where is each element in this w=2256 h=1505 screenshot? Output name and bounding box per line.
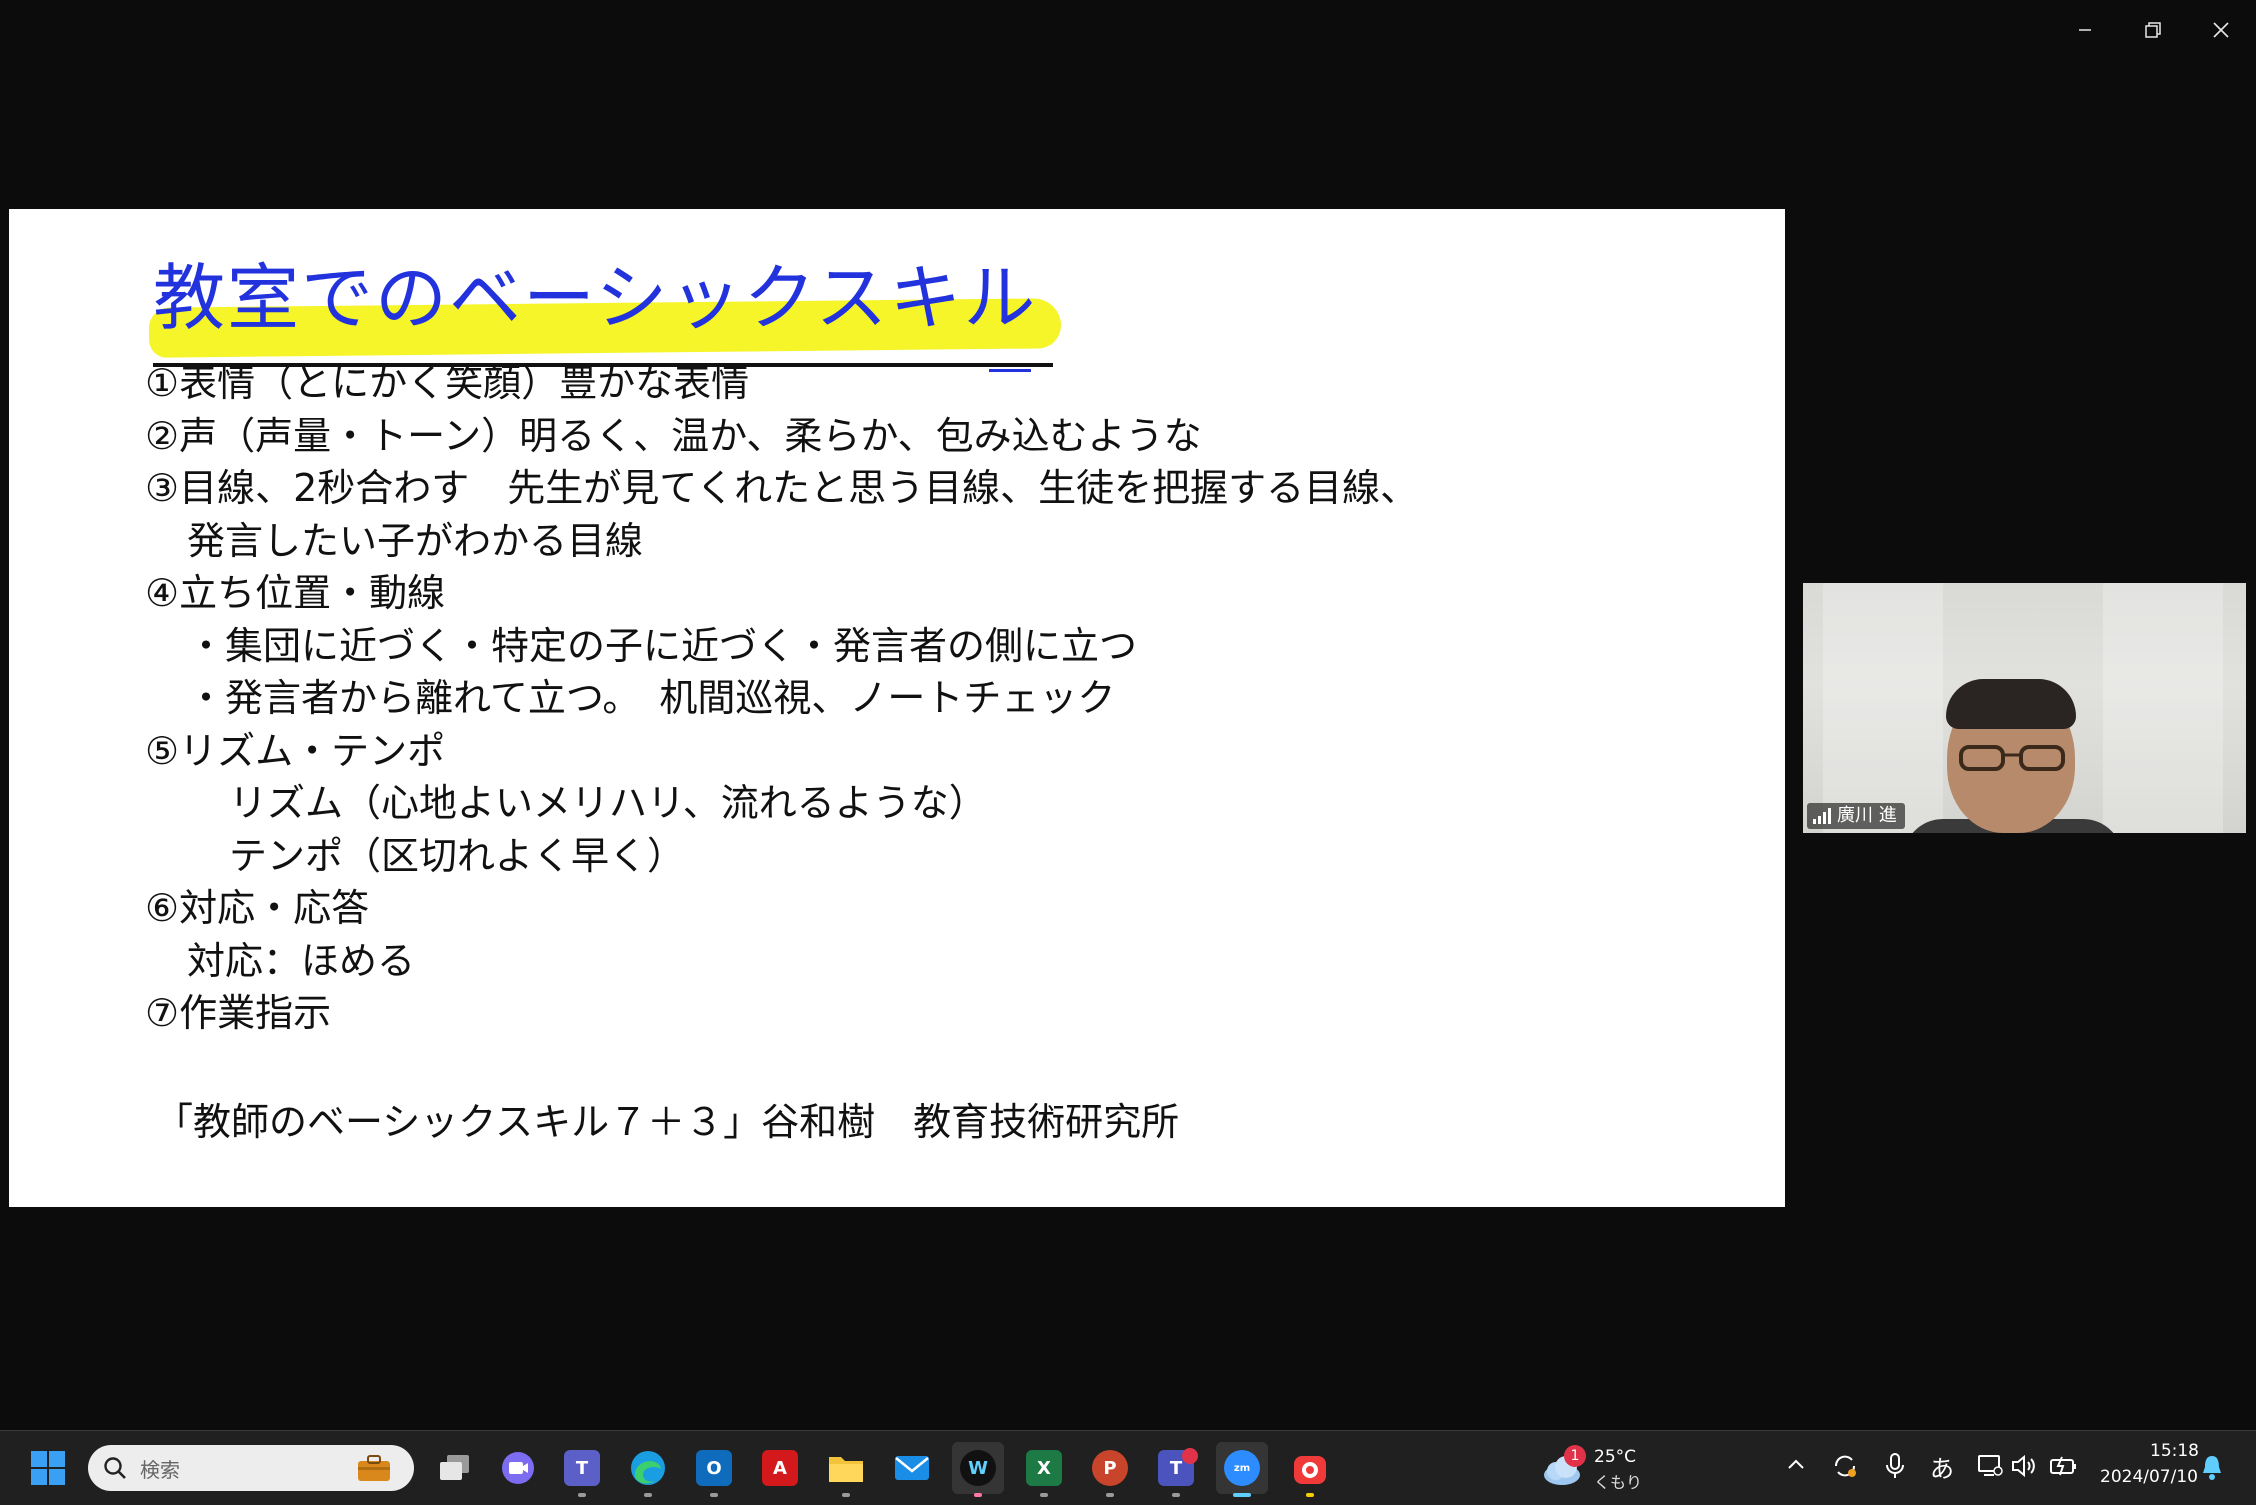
participant-name: 廣川 進 bbox=[1837, 805, 1897, 826]
acrobat-button[interactable]: A bbox=[754, 1442, 806, 1494]
slide-citation: 「教師のベーシックスキル７＋３」谷和樹 教育技術研究所 bbox=[155, 1100, 1180, 1144]
slide-body: ①表情（とにかく笑顔）豊かな表情 ②声（声量・トーン）明るく、温か、柔らか、包み… bbox=[145, 357, 1745, 1040]
notification-badge bbox=[1182, 1448, 1198, 1464]
running-indicator bbox=[974, 1493, 982, 1497]
slide-line: ・集団に近づく・特定の子に近づく・発言者の側に立つ bbox=[187, 623, 1138, 668]
pdf-reader-icon: A bbox=[762, 1450, 798, 1486]
slide-line: ②声（声量・トーン）明るく、温か、柔らか、包み込むような bbox=[145, 413, 1202, 458]
sync-tray-button[interactable] bbox=[1830, 1451, 1860, 1485]
background-panel bbox=[1823, 583, 1943, 833]
weather-alert-badge: 1 bbox=[1564, 1445, 1586, 1467]
slide-title-area: 教室でのベーシックスキル bbox=[139, 251, 1069, 372]
excel-button[interactable]: X bbox=[1018, 1442, 1070, 1497]
microphone-tray-button[interactable] bbox=[1882, 1451, 1908, 1485]
taskbar: 検索 T O A W X P T zm 1 25°C くもり あ 15:18 2… bbox=[0, 1430, 2256, 1505]
slide-line: ①表情（とにかく笑顔）豊かな表情 bbox=[145, 361, 750, 405]
shared-slide: 教室でのベーシックスキル ①表情（とにかく笑顔）豊かな表情 ②声（声量・トーン）… bbox=[9, 209, 1785, 1207]
excel-icon: X bbox=[1026, 1450, 1062, 1486]
running-indicator bbox=[710, 1493, 718, 1497]
slide-line: ⑤リズム・テンポ bbox=[145, 728, 446, 773]
weather-temperature: 25°C bbox=[1594, 1447, 1637, 1467]
webex-button[interactable]: W bbox=[952, 1442, 1004, 1497]
running-indicator bbox=[1106, 1493, 1114, 1497]
volume-tray-button[interactable] bbox=[2010, 1453, 2038, 1483]
task-view-button[interactable] bbox=[428, 1442, 480, 1494]
outlook-button[interactable]: O bbox=[688, 1442, 740, 1497]
mail-button[interactable] bbox=[886, 1442, 938, 1494]
weather-widget[interactable]: 1 25°C くもり bbox=[1540, 1445, 1680, 1492]
weather-description: くもり bbox=[1594, 1473, 1643, 1492]
show-hidden-icons-button[interactable] bbox=[1784, 1453, 1808, 1481]
running-indicator bbox=[842, 1493, 850, 1497]
teams-new-button[interactable]: T bbox=[1150, 1442, 1202, 1497]
file-explorer-button[interactable] bbox=[820, 1442, 872, 1497]
slide-line: リズム（心地よいメリハリ、流れるような） bbox=[229, 781, 987, 825]
slide-line: ④立ち位置・動線 bbox=[145, 571, 446, 615]
teams-button[interactable]: T bbox=[556, 1442, 608, 1497]
webex-icon: W bbox=[960, 1450, 996, 1486]
zoom-button[interactable]: zm bbox=[1216, 1442, 1268, 1497]
running-indicator bbox=[1306, 1493, 1314, 1497]
restore-icon bbox=[2145, 22, 2161, 38]
folder-icon bbox=[829, 1457, 863, 1482]
search-placeholder: 検索 bbox=[140, 1457, 180, 1482]
running-indicator bbox=[644, 1493, 652, 1497]
running-indicator bbox=[578, 1493, 586, 1497]
zoom-icon: zm bbox=[1224, 1450, 1260, 1486]
battery-tray-button[interactable] bbox=[2048, 1453, 2078, 1483]
minimize-button[interactable] bbox=[2050, 0, 2120, 60]
minimize-icon bbox=[2079, 29, 2091, 31]
network-icon bbox=[1978, 1455, 2003, 1476]
chat-app-button[interactable] bbox=[492, 1442, 544, 1494]
powerpoint-icon: P bbox=[1092, 1450, 1128, 1486]
clock-time[interactable]: 15:18 bbox=[2150, 1441, 2199, 1461]
close-icon bbox=[2213, 22, 2229, 38]
search-icon bbox=[104, 1457, 126, 1479]
speaker-icon bbox=[2012, 1454, 2035, 1478]
running-indicator bbox=[1040, 1493, 1048, 1497]
running-indicator bbox=[1172, 1493, 1180, 1497]
signal-icon bbox=[1813, 808, 1831, 824]
outlook-icon: O bbox=[696, 1450, 732, 1486]
teams-icon: T bbox=[564, 1450, 600, 1486]
slide-line: ・発言者から離れて立つ。 机間巡視、ノートチェック bbox=[187, 676, 1116, 720]
slide-line: ③目線、2秒合わす 先生が見てくれたと思う目線、生徒を把握する目線、 bbox=[145, 466, 1419, 510]
edge-button[interactable] bbox=[622, 1442, 674, 1497]
running-indicator bbox=[1233, 1493, 1251, 1497]
glasses-shape bbox=[1959, 745, 2065, 771]
video-chat-icon bbox=[502, 1452, 534, 1484]
background-panel bbox=[2103, 583, 2223, 833]
briefcase-icon bbox=[358, 1455, 390, 1481]
powerpoint-button[interactable]: P bbox=[1084, 1442, 1136, 1497]
start-button[interactable] bbox=[22, 1442, 74, 1494]
slide-line: 対応：ほめる bbox=[187, 938, 416, 983]
bell-icon bbox=[2203, 1456, 2221, 1480]
notifications-button[interactable] bbox=[2200, 1453, 2224, 1485]
ime-indicator[interactable]: あ bbox=[1930, 1449, 1954, 1484]
close-button[interactable] bbox=[2186, 0, 2256, 60]
slide-line: テンポ（区切れよく早く） bbox=[229, 833, 686, 878]
camera-app-icon bbox=[1294, 1456, 1326, 1484]
windows-logo-icon bbox=[31, 1451, 65, 1485]
microphone-icon bbox=[1886, 1453, 1904, 1478]
network-tray-button[interactable] bbox=[1976, 1453, 2004, 1483]
sync-icon bbox=[1834, 1455, 1856, 1477]
clock-date[interactable]: 2024/07/10 bbox=[2100, 1467, 2198, 1487]
participant-video[interactable]: 廣川 進 bbox=[1803, 583, 2246, 833]
camera-app-button[interactable] bbox=[1284, 1442, 1336, 1497]
edge-browser-icon bbox=[631, 1451, 665, 1485]
slide-line: ⑦作業指示 bbox=[145, 991, 332, 1035]
task-view-icon bbox=[440, 1455, 469, 1480]
taskbar-search-box[interactable]: 検索 bbox=[88, 1445, 414, 1491]
restore-button[interactable] bbox=[2118, 0, 2188, 60]
slide-line: ⑥対応・応答 bbox=[145, 886, 370, 930]
mail-icon bbox=[895, 1456, 929, 1480]
person-hair bbox=[1946, 679, 2076, 729]
chevron-up-icon bbox=[1788, 1459, 1804, 1469]
slide-title: 教室でのベーシックスキル bbox=[153, 256, 1038, 340]
slide-line: 発言したい子がわかる目線 bbox=[187, 518, 644, 563]
battery-charging-icon bbox=[2050, 1456, 2076, 1476]
participant-name-tag: 廣川 進 bbox=[1807, 803, 1905, 829]
